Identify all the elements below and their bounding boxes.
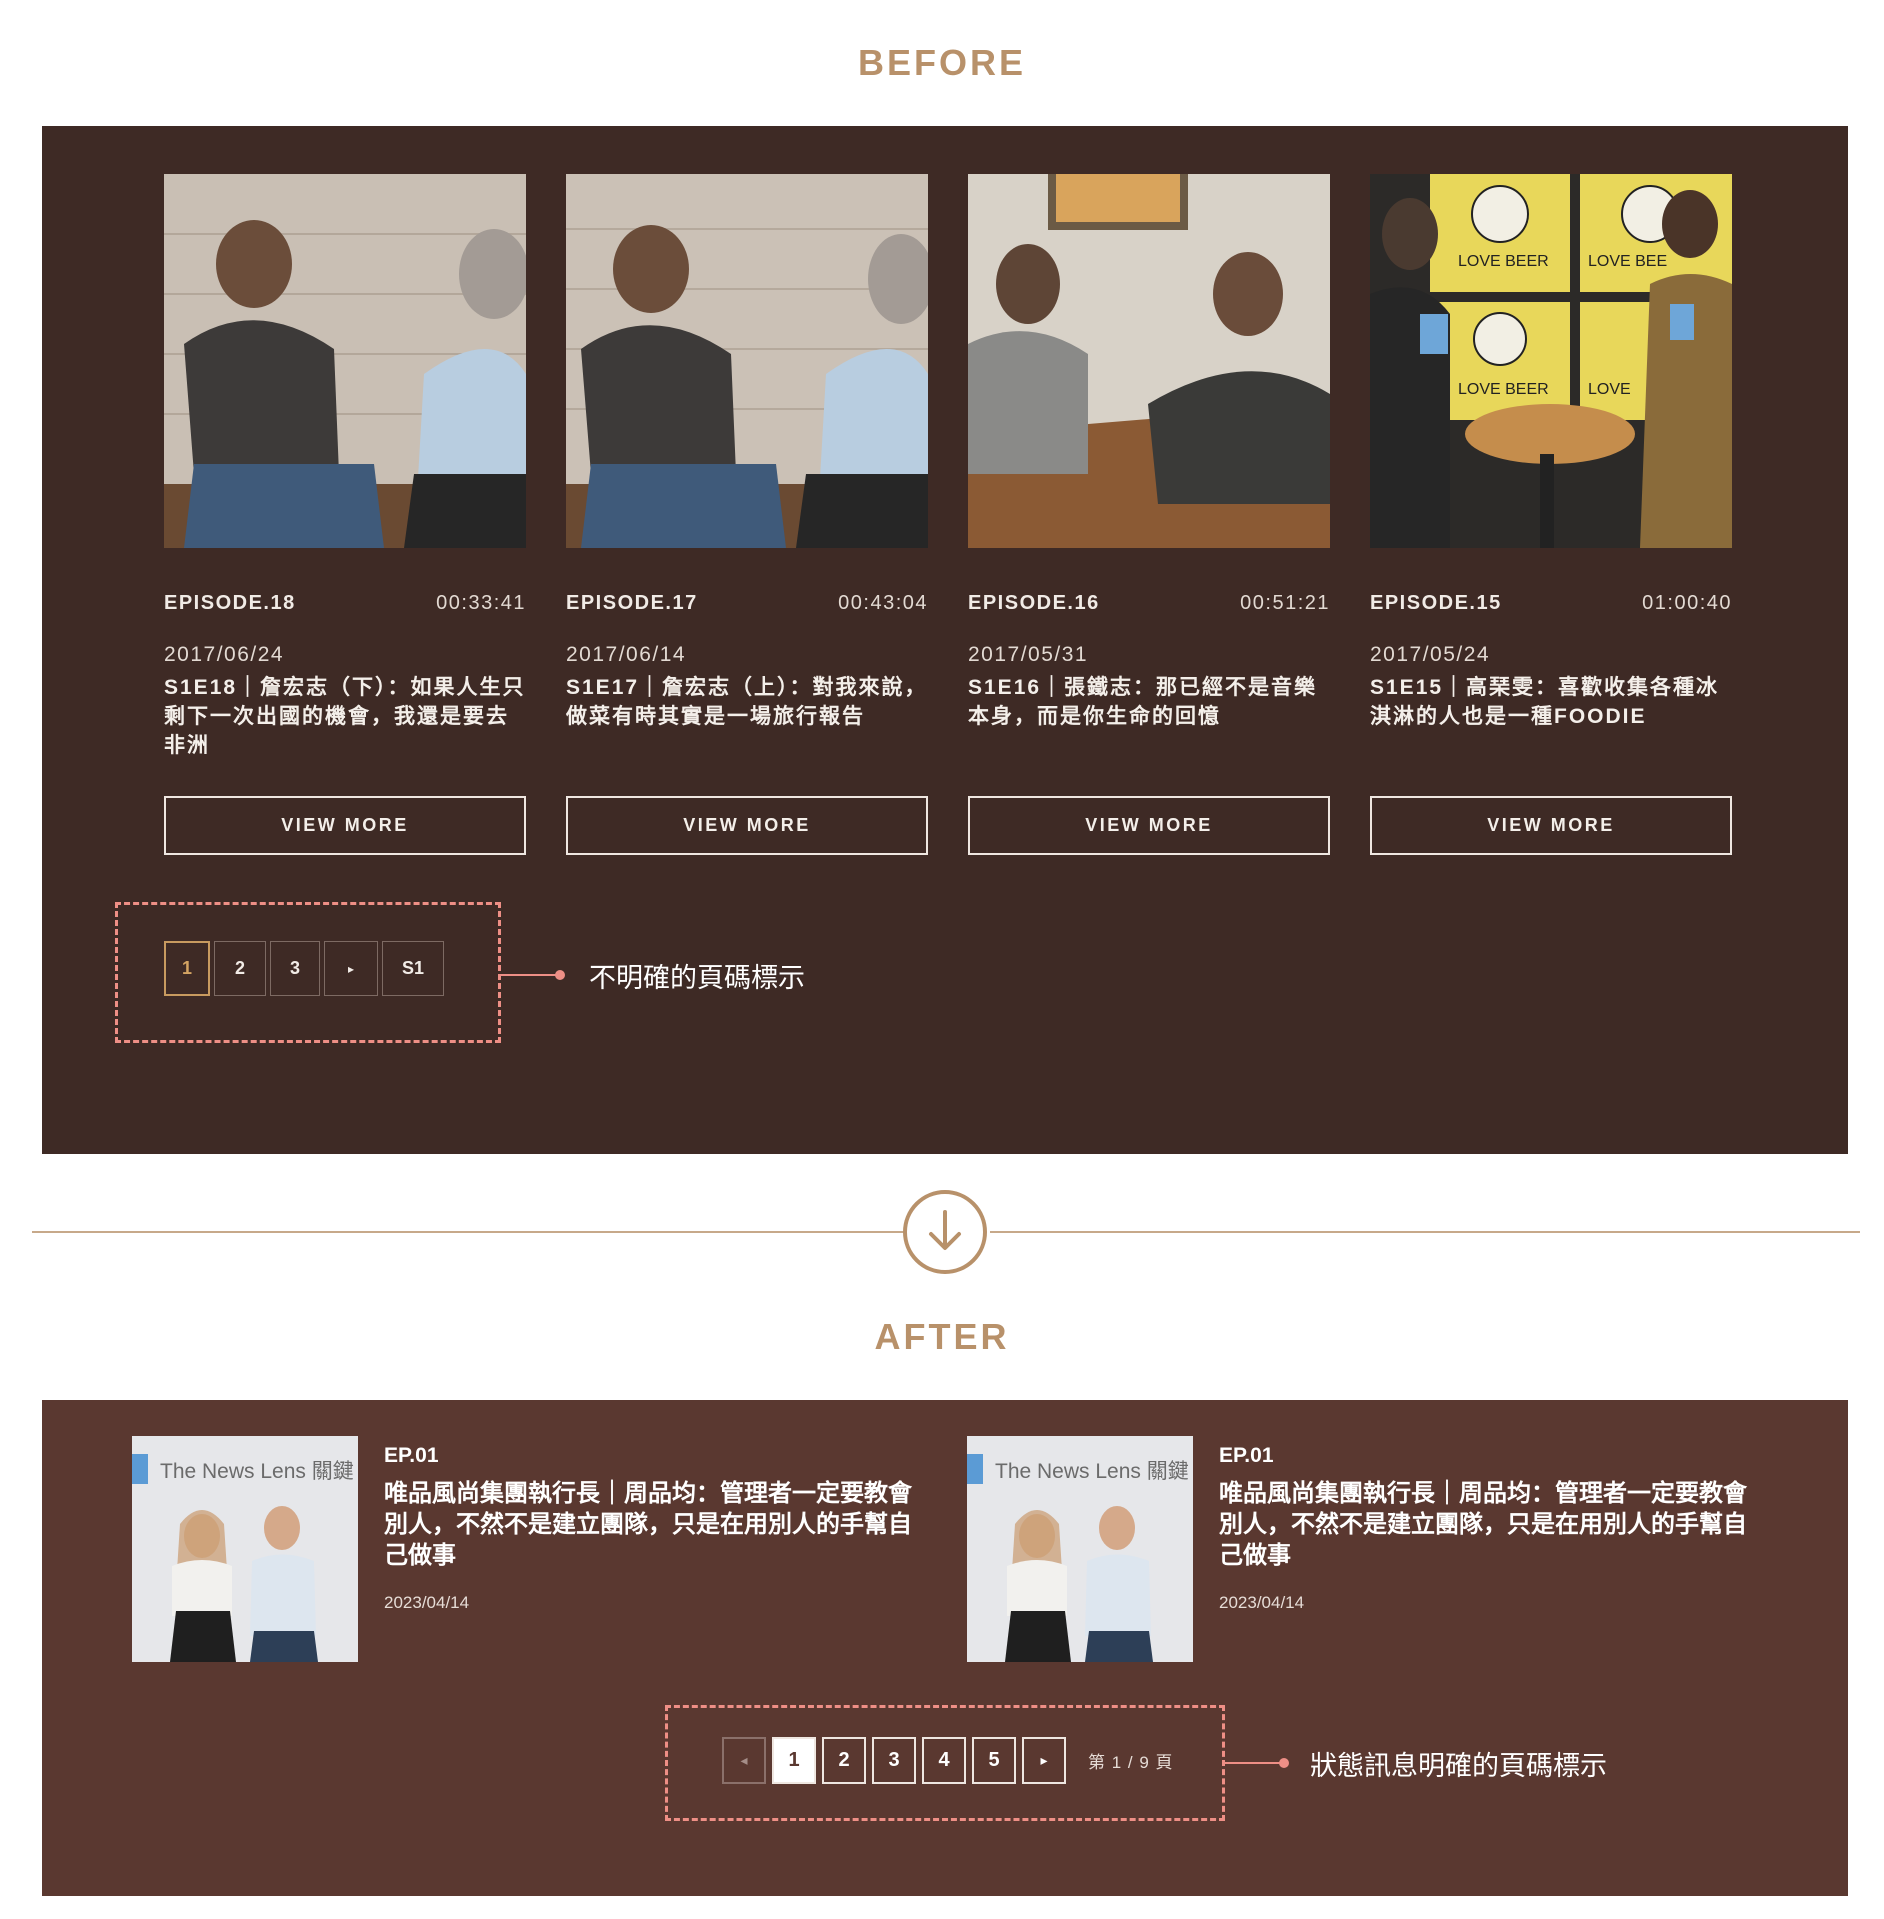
episode-number: EP.01 — [384, 1444, 439, 1467]
before-heading: BEFORE — [857, 42, 1026, 83]
episode-duration: 00:51:21 — [1240, 592, 1330, 614]
page-button-2[interactable]: 2 — [214, 941, 266, 996]
after-callout-text: 狀態訊息明確的頁碼標示 — [1310, 1751, 1607, 1781]
episode-thumbnail[interactable]: The News Lens 關鍵 — [967, 1436, 1193, 1662]
episode-thumbnail[interactable] — [164, 174, 526, 548]
view-more-button[interactable]: VIEW MORE — [566, 796, 928, 855]
thumb-text: LOVE BEER — [1458, 253, 1549, 270]
view-more-button[interactable]: VIEW MORE — [968, 796, 1330, 855]
brand-text: The News Lens 關鍵 — [995, 1460, 1189, 1483]
prev-page-button[interactable]: ◂ — [722, 1737, 766, 1784]
episode-date: 2017/05/24 — [1370, 643, 1491, 666]
page-status: 第 1 / 9 頁 — [1088, 1753, 1174, 1772]
page-button-2[interactable]: 2 — [822, 1737, 866, 1784]
new-pagination: ◂ 1 2 3 4 5 ▸ 第 1 / 9 頁 — [722, 1737, 1174, 1784]
episode-card: EPISODE.18 00:33:41 2017/06/24 S1E18｜詹宏志… — [164, 174, 526, 855]
episode-card: EPISODE.16 00:51:21 2017/05/31 S1E16｜張鐵志… — [968, 174, 1330, 855]
episode-number: EPISODE.17 — [566, 592, 698, 614]
thumb-text: LOVE — [1588, 381, 1631, 398]
episode-duration: 00:43:04 — [838, 592, 928, 614]
next-page-button[interactable]: ▸ — [1022, 1737, 1066, 1784]
thumb-text: LOVE BEER — [1458, 381, 1549, 398]
thumb-text: LOVE BEE — [1588, 253, 1667, 270]
divider-line — [990, 1231, 1860, 1233]
callout-dot — [1279, 1758, 1289, 1768]
episode-date: 2023/04/14 — [1219, 1593, 1305, 1612]
episode-thumbnail[interactable] — [566, 174, 928, 548]
episode-title[interactable]: 唯品風尚集團執行長｜周品均：管理者一定要教會別人，不然不是建立團隊，只是在用別人… — [384, 1478, 929, 1571]
episode-date: 2017/06/24 — [164, 643, 285, 666]
callout-dot — [555, 970, 565, 980]
page-button-1[interactable]: 1 — [164, 941, 210, 996]
episode-card: EPISODE.17 00:43:04 2017/06/14 S1E17｜詹宏志… — [566, 174, 928, 855]
episode-title[interactable]: S1E15｜高琹雯：喜歡收集各種冰淇淋的人也是一種FOODIE — [1370, 673, 1732, 760]
after-heading: AFTER — [874, 1316, 1010, 1357]
episode-thumbnail[interactable]: LOVE BEER LOVE BEE LOVE BEER LOVE — [1370, 174, 1732, 548]
brand-text: The News Lens 關鍵 — [160, 1460, 354, 1483]
before-callout-text: 不明確的頁碼標示 — [589, 963, 805, 993]
episode-number: EP.01 — [1219, 1444, 1274, 1467]
after-panel: The News Lens 關鍵 EP.01 唯品風尚集團執行長｜周品均：管理者… — [42, 1400, 1848, 1896]
page-button-3[interactable]: 3 — [270, 941, 320, 996]
callout-line — [501, 974, 561, 976]
episode-duration: 00:33:41 — [436, 592, 526, 614]
page-button-1[interactable]: 1 — [772, 1737, 816, 1784]
episode-date: 2023/04/14 — [384, 1593, 470, 1612]
page-button-3[interactable]: 3 — [872, 1737, 916, 1784]
episode-title[interactable]: S1E16｜張鐵志：那已經不是音樂本身，而是你生命的回憶 — [968, 673, 1330, 760]
before-panel: EPISODE.18 00:33:41 2017/06/24 S1E18｜詹宏志… — [42, 126, 1848, 1154]
episode-date: 2017/05/31 — [968, 643, 1089, 666]
old-pagination: 1 2 3 ▸ S1 — [164, 941, 444, 996]
arrow-down-circle-icon — [903, 1190, 987, 1274]
divider-line — [32, 1231, 904, 1233]
next-page-button[interactable]: ▸ — [324, 941, 378, 996]
page-button-5[interactable]: 5 — [972, 1737, 1016, 1784]
episode-title[interactable]: S1E17｜詹宏志（上）：對我來說，做菜有時其實是一場旅行報告 — [566, 673, 928, 760]
episode-title[interactable]: 唯品風尚集團執行長｜周品均：管理者一定要教會別人，不然不是建立團隊，只是在用別人… — [1219, 1478, 1764, 1571]
episode-number: EPISODE.16 — [968, 592, 1100, 614]
episode-number: EPISODE.18 — [164, 592, 296, 614]
callout-line — [1225, 1762, 1285, 1764]
episode-card: LOVE BEER LOVE BEE LOVE BEER LOVE EPISOD… — [1370, 174, 1732, 855]
episode-duration: 01:00:40 — [1642, 592, 1732, 614]
episode-date: 2017/06/14 — [566, 643, 687, 666]
view-more-button[interactable]: VIEW MORE — [1370, 796, 1732, 855]
view-more-button[interactable]: VIEW MORE — [164, 796, 526, 855]
episode-thumbnail[interactable] — [968, 174, 1330, 548]
episode-number: EPISODE.15 — [1370, 592, 1502, 614]
page-button-4[interactable]: 4 — [922, 1737, 966, 1784]
episode-thumbnail[interactable]: The News Lens 關鍵 — [132, 1436, 358, 1662]
episode-title[interactable]: S1E18｜詹宏志（下）：如果人生只剩下一次出國的機會，我還是要去非洲 — [164, 673, 526, 760]
season-button[interactable]: S1 — [382, 941, 444, 996]
